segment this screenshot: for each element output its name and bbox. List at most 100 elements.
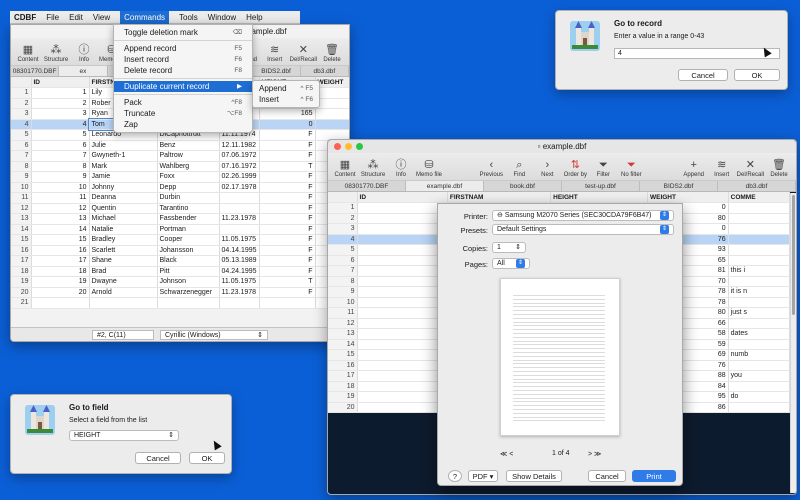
table-cell[interactable] — [259, 297, 316, 309]
toolbar-insert-button[interactable]: ≋ Insert — [709, 158, 735, 178]
table-cell[interactable]: T — [259, 276, 316, 288]
table-row[interactable]: 12 12 Quentin Tarantino F — [11, 203, 349, 214]
tab[interactable]: BIDS2.dbf — [252, 66, 301, 76]
table-cell[interactable]: 13 — [357, 328, 448, 340]
table-cell[interactable]: 14 — [357, 339, 448, 350]
row-number[interactable]: 5 — [328, 244, 358, 256]
table-cell[interactable]: just s — [728, 307, 791, 319]
table-row[interactable]: 18 18 Brad Pitt 04.24.1995 F — [11, 266, 349, 277]
table-cell[interactable]: T — [259, 161, 316, 172]
toolbar-append-button[interactable]: +Append — [681, 158, 707, 178]
table-row[interactable]: 13 13 Michael Fassbender 11.23.1978 F — [11, 213, 349, 225]
cancel-button[interactable]: Cancel — [135, 452, 181, 464]
table-cell[interactable]: F — [259, 224, 316, 235]
menu-item[interactable]: Duplicate current record ▶ — [114, 81, 252, 92]
row-number[interactable]: 9 — [11, 171, 32, 183]
table-cell[interactable]: 13 — [31, 213, 90, 225]
table-cell[interactable]: 2 — [31, 98, 90, 109]
toolbar-info-button[interactable]: ⓘ Info — [388, 158, 414, 178]
table-cell[interactable]: F — [259, 171, 316, 183]
copies-input[interactable]: 1 ⇕ — [492, 242, 526, 253]
next-page-button[interactable]: > ≫ — [588, 450, 601, 458]
table-row[interactable]: 21 — [11, 297, 349, 309]
menu-item[interactable]: Delete record F8 — [114, 65, 252, 76]
table-cell[interactable]: Cooper — [157, 234, 220, 246]
table-cell[interactable]: F — [259, 150, 316, 162]
pdf-menu-button[interactable]: PDF ▾ — [468, 470, 498, 482]
column-header[interactable] — [11, 77, 32, 88]
table-cell[interactable]: 3 — [31, 108, 90, 120]
row-number[interactable]: 5 — [11, 129, 32, 141]
table-cell[interactable]: it is n — [728, 286, 791, 298]
table-cell[interactable]: Tarantino — [157, 203, 220, 214]
table-cell[interactable]: 12 — [357, 318, 448, 329]
row-number[interactable]: 8 — [328, 276, 358, 287]
table-cell[interactable]: 20 — [357, 402, 448, 413]
row-number[interactable]: 18 — [11, 266, 32, 277]
table-cell[interactable]: Dwayne — [89, 276, 158, 288]
table-cell[interactable] — [31, 297, 90, 309]
table-cell[interactable]: 15 — [31, 234, 90, 246]
table-cell[interactable]: 8 — [357, 276, 448, 287]
table-cell[interactable]: 10 — [31, 182, 90, 193]
table-cell[interactable]: Johnny — [89, 182, 158, 193]
table-row[interactable]: 6 6 Julie Benz 12.11.1982 F — [11, 140, 349, 151]
table-cell[interactable]: F — [259, 140, 316, 151]
table-cell[interactable] — [89, 297, 158, 309]
row-number[interactable]: 19 — [328, 391, 358, 403]
table-cell[interactable]: 04.14.1995 — [219, 245, 260, 256]
table-cell[interactable]: 4 — [357, 234, 448, 245]
table-cell[interactable]: Portman — [157, 224, 220, 235]
table-cell[interactable] — [728, 381, 791, 392]
table-cell[interactable]: Gwyneth-1 — [89, 150, 158, 162]
cancel-button[interactable]: Cancel — [588, 470, 626, 482]
table-cell[interactable]: Deanna — [89, 192, 158, 204]
table-cell[interactable]: 5 — [357, 244, 448, 256]
menu-item[interactable]: Insert record F6 — [114, 54, 252, 65]
table-cell[interactable]: Michael — [89, 213, 158, 225]
table-row[interactable]: 11 11 Deanna Durbin F — [11, 192, 349, 204]
menu-tools[interactable]: Tools — [179, 13, 198, 22]
table-cell[interactable]: Wahlberg — [157, 161, 220, 172]
table-cell[interactable]: 80 — [315, 98, 349, 109]
row-number[interactable]: 20 — [328, 402, 358, 413]
table-cell[interactable] — [157, 297, 220, 309]
table-cell[interactable]: 11 — [31, 192, 90, 204]
row-number[interactable]: 14 — [328, 339, 358, 350]
table-cell[interactable]: 0 — [315, 108, 349, 120]
table-cell[interactable]: 07.16.1972 — [219, 161, 260, 172]
row-number[interactable]: 1 — [328, 202, 358, 214]
table-cell[interactable] — [728, 339, 791, 350]
toolbar-del-recall-button[interactable]: ✕ Del/Recall — [737, 158, 764, 178]
table-cell[interactable]: Bradley — [89, 234, 158, 246]
table-cell[interactable]: 76 — [315, 119, 349, 130]
table-cell[interactable]: 165 — [259, 108, 316, 120]
table-cell[interactable]: 16 — [357, 360, 448, 371]
table-cell[interactable]: 07.06.1972 — [219, 150, 260, 162]
table-cell[interactable]: 2 — [357, 213, 448, 224]
table-cell[interactable] — [728, 360, 791, 371]
row-number[interactable]: 19 — [11, 276, 32, 288]
table-cell[interactable]: 12 — [31, 203, 90, 214]
menu-item[interactable]: Zap — [114, 119, 252, 130]
table-cell[interactable]: Foxx — [157, 171, 220, 183]
table-cell[interactable]: Durbin — [157, 192, 220, 204]
column-header[interactable]: ID — [357, 192, 448, 203]
table-cell[interactable]: 02.17.1978 — [219, 182, 260, 193]
table-cell[interactable]: 9 — [357, 286, 448, 298]
table-cell[interactable]: F — [259, 255, 316, 267]
table-cell[interactable] — [219, 203, 260, 214]
menu-view[interactable]: View — [93, 13, 110, 22]
toolbar-no-filter-button[interactable]: ⏷No filter — [618, 158, 644, 178]
submenu-item[interactable]: Append ^ F5 — [253, 83, 319, 94]
table-cell[interactable]: 02.26.1999 — [219, 171, 260, 183]
table-cell[interactable]: 8 — [31, 161, 90, 172]
table-row[interactable]: 14 14 Natalie Portman F — [11, 224, 349, 235]
table-cell[interactable]: 11.23.1978 — [219, 287, 260, 298]
table-cell[interactable] — [219, 192, 260, 204]
table-cell[interactable]: 9 — [31, 171, 90, 183]
menu-commands[interactable]: Commands — [120, 10, 170, 24]
app-menu[interactable]: CDBF — [14, 13, 36, 22]
row-number[interactable]: 17 — [11, 255, 32, 267]
table-cell[interactable]: Benz — [157, 140, 220, 151]
